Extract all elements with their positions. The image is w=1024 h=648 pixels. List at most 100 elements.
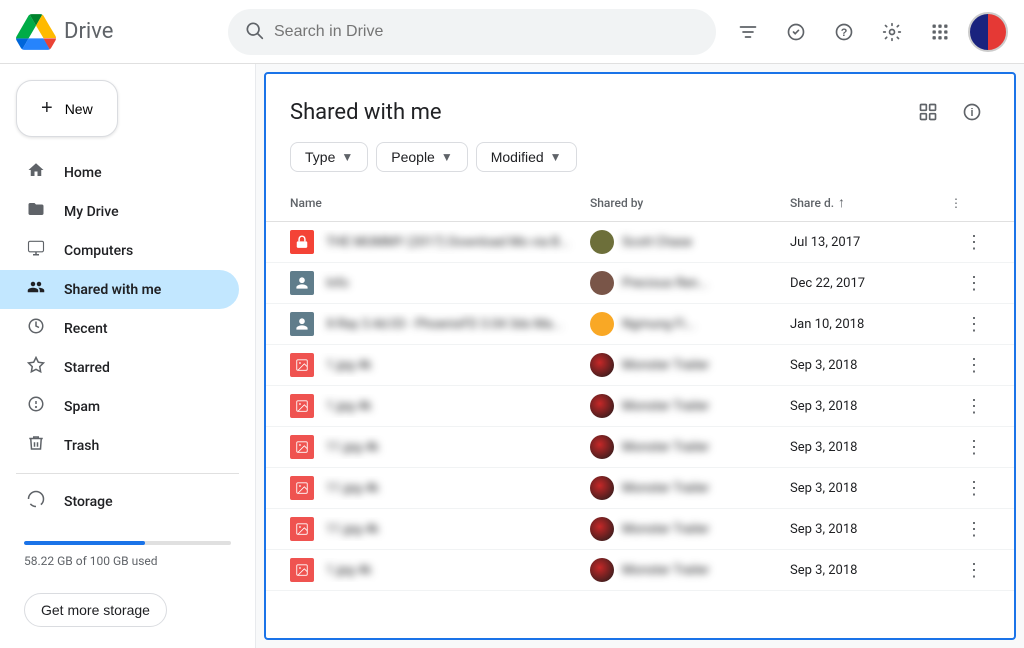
file-name-text: 11.jpg 4k <box>326 440 379 455</box>
table-row[interactable]: 1.jpg 4k Monster Trailer Sep 3, 2018 ⋮ <box>266 386 1014 427</box>
topbar: Drive ? <box>0 0 1024 64</box>
shared-by-name: Monster Trailer <box>622 399 709 414</box>
file-name-text: X-Ray 3.4d.03 - PhoenixFD 3.04 3ds Ma... <box>326 317 563 332</box>
more-options-button[interactable]: ⋮ <box>958 513 990 545</box>
modified-filter-chevron-icon: ▼ <box>550 150 562 164</box>
more-header: ⋮ <box>950 188 990 217</box>
file-table: Name Shared by Share d. ↑ ⋮ <box>266 184 1014 638</box>
type-filter-chevron-icon: ▼ <box>341 150 353 164</box>
table-row[interactable]: 11.jpg 4k Monster Trailer Sep 3, 2018 ⋮ <box>266 509 1014 550</box>
avatar[interactable] <box>968 12 1008 52</box>
shared-by-avatar <box>590 517 614 541</box>
table-row[interactable]: Info Precious Ren... Dec 22, 2017 ⋮ <box>266 263 1014 304</box>
sidebar-item-shared-with-me[interactable]: Shared with me <box>0 270 239 309</box>
file-name-cell: 1.jpg 4k <box>290 558 590 582</box>
new-button[interactable]: + New <box>16 80 118 137</box>
more-options-button[interactable]: ⋮ <box>958 226 990 258</box>
table-row[interactable]: 1.jpg 4k Monster Trailer Sep 3, 2018 ⋮ <box>266 345 1014 386</box>
modified-filter-label: Modified <box>491 149 544 165</box>
storage-icon <box>24 490 48 513</box>
share-date-cell: Sep 3, 2018 <box>790 481 950 496</box>
sidebar-item-spam[interactable]: Spam <box>0 387 239 426</box>
more-btn-cell: ⋮ <box>950 267 990 299</box>
sidebar-item-computers[interactable]: Computers <box>0 231 239 270</box>
more-options-button[interactable]: ⋮ <box>958 431 990 463</box>
shared-by-name: Ngmung Fi... <box>622 317 695 332</box>
type-filter-label: Type <box>305 149 335 165</box>
name-header: Name <box>290 188 590 217</box>
app-title: Drive <box>64 19 113 44</box>
table-row[interactable]: 11.jpg 4k Monster Trailer Sep 3, 2018 ⋮ <box>266 468 1014 509</box>
file-name-text: 11.jpg 4k <box>326 522 379 537</box>
sidebar-separator <box>16 473 239 474</box>
share-date-header[interactable]: Share d. ↑ <box>790 188 950 217</box>
svg-text:?: ? <box>841 27 848 39</box>
grid-view-button[interactable] <box>910 94 946 130</box>
type-filter-button[interactable]: Type ▼ <box>290 142 368 172</box>
file-name-text: 1.jpg 4k <box>326 358 372 373</box>
shared-by-cell: Ngmung Fi... <box>590 312 790 336</box>
more-options-button[interactable]: ⋮ <box>958 554 990 586</box>
shared-by-name: Monster Trailer <box>622 522 709 537</box>
more-options-button[interactable]: ⋮ <box>958 390 990 422</box>
file-type-icon <box>290 353 314 377</box>
shared-by-cell: Monster Trailer <box>590 476 790 500</box>
table-row[interactable]: 11.jpg 4k Monster Trailer Sep 3, 2018 ⋮ <box>266 427 1014 468</box>
share-date-cell: Sep 3, 2018 <box>790 563 950 578</box>
search-bar[interactable] <box>228 9 716 55</box>
file-name-cell: 11.jpg 4k <box>290 517 590 541</box>
sidebar-item-trash[interactable]: Trash <box>0 426 239 465</box>
shared-by-cell: Monster Trailer <box>590 435 790 459</box>
sidebar-item-recent-label: Recent <box>64 321 108 337</box>
page-title: Shared with me <box>290 100 442 125</box>
settings-button[interactable] <box>872 12 912 52</box>
file-name-text: THE MUMMY (2017) Download Mo via B... <box>326 235 570 250</box>
apps-button[interactable] <box>920 12 960 52</box>
sidebar-item-my-drive[interactable]: My Drive <box>0 192 239 231</box>
sidebar-item-recent[interactable]: Recent <box>0 309 239 348</box>
more-options-button[interactable]: ⋮ <box>958 267 990 299</box>
file-name-text: 1.jpg 4k <box>326 399 372 414</box>
recent-icon <box>24 317 48 340</box>
shared-by-avatar <box>590 435 614 459</box>
shared-by-avatar <box>590 558 614 582</box>
svg-text:i: i <box>970 107 973 119</box>
sidebar-item-storage[interactable]: Storage <box>0 482 239 521</box>
file-type-icon <box>290 312 314 336</box>
more-options-header-icon: ⋮ <box>950 196 962 210</box>
shared-by-name: Monster Trailer <box>622 563 709 578</box>
shared-by-name: Monster Trailer <box>622 481 709 496</box>
table-row[interactable]: THE MUMMY (2017) Download Mo via B... Sc… <box>266 222 1014 263</box>
main-content: Shared with me i Type ▼ People ▼ Modif <box>264 72 1016 640</box>
filters-row: Type ▼ People ▼ Modified ▼ <box>266 142 1014 184</box>
search-input[interactable] <box>274 23 700 41</box>
table-row[interactable]: 1.jpg 4k Monster Trailer Sep 3, 2018 ⋮ <box>266 550 1014 591</box>
sidebar-item-shared-with-me-label: Shared with me <box>64 282 161 298</box>
share-date-cell: Dec 22, 2017 <box>790 276 950 291</box>
shared-by-avatar <box>590 353 614 377</box>
people-filter-button[interactable]: People ▼ <box>376 142 467 172</box>
shared-by-cell: Scott Chase <box>590 230 790 254</box>
more-options-button[interactable]: ⋮ <box>958 349 990 381</box>
get-more-storage-button[interactable]: Get more storage <box>24 593 167 627</box>
new-button-label: New <box>65 101 93 117</box>
sidebar-item-home[interactable]: Home <box>0 153 239 192</box>
tasks-icon-button[interactable] <box>776 12 816 52</box>
info-button[interactable]: i <box>954 94 990 130</box>
sidebar-item-starred[interactable]: Starred <box>0 348 239 387</box>
more-options-button[interactable]: ⋮ <box>958 472 990 504</box>
file-type-icon <box>290 230 314 254</box>
help-button[interactable]: ? <box>824 12 864 52</box>
modified-filter-button[interactable]: Modified ▼ <box>476 142 577 172</box>
file-name-cell: X-Ray 3.4d.03 - PhoenixFD 3.04 3ds Ma... <box>290 312 590 336</box>
file-name-cell: 11.jpg 4k <box>290 476 590 500</box>
filter-options-button[interactable] <box>728 12 768 52</box>
file-type-icon <box>290 558 314 582</box>
more-options-button[interactable]: ⋮ <box>958 308 990 340</box>
table-header-row: Name Shared by Share d. ↑ ⋮ <box>266 184 1014 222</box>
shared-by-cell: Monster Trailer <box>590 394 790 418</box>
people-filter-chevron-icon: ▼ <box>441 150 453 164</box>
table-row[interactable]: X-Ray 3.4d.03 - PhoenixFD 3.04 3ds Ma...… <box>266 304 1014 345</box>
shared-by-cell: Monster Trailer <box>590 558 790 582</box>
layout: + New Home My Drive Computers Shar <box>0 64 1024 648</box>
